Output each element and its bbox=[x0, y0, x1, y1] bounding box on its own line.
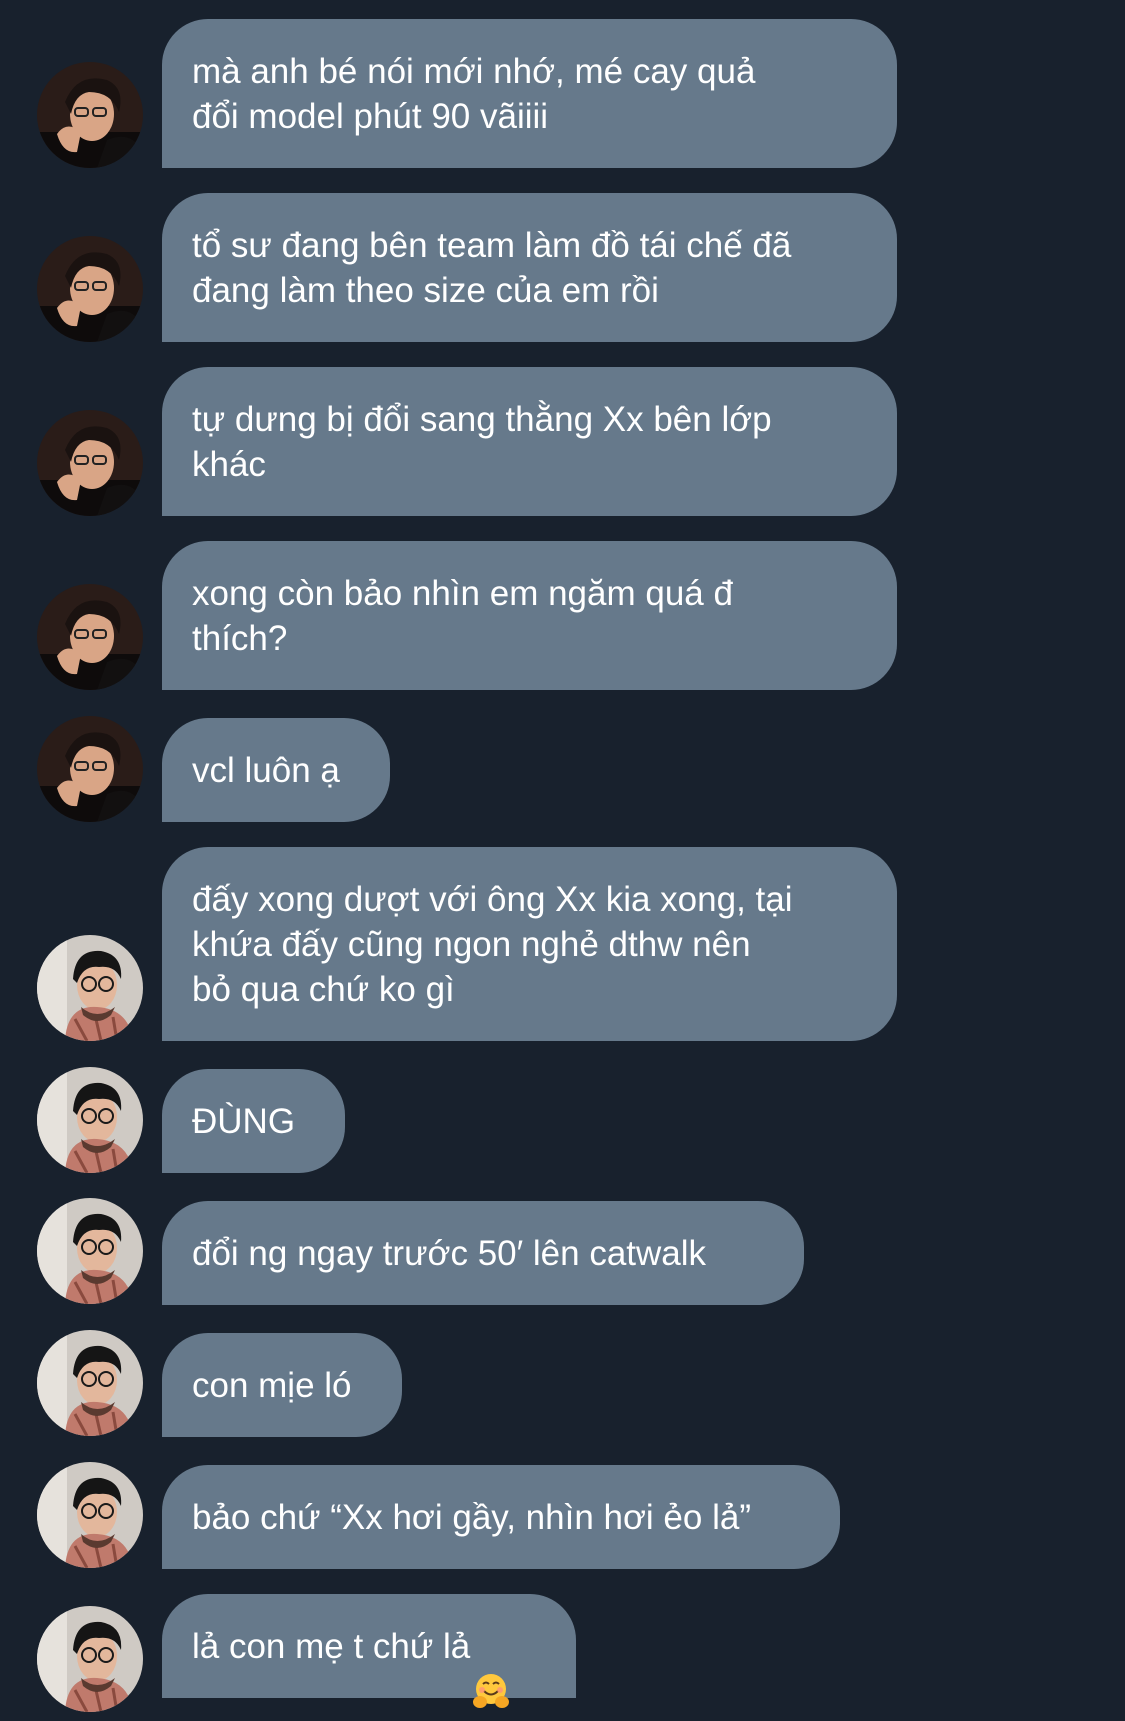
avatar[interactable] bbox=[37, 935, 143, 1041]
avatar[interactable] bbox=[37, 1606, 143, 1712]
avatar[interactable] bbox=[37, 584, 143, 690]
message-text: đấy xong dượt với ông Xx kia xong, tại k… bbox=[192, 879, 793, 1009]
message-bubble[interactable]: con mịe ló bbox=[162, 1333, 402, 1437]
message-text: lả con mẹ t chứ lả bbox=[192, 1626, 471, 1666]
message-text: vcl luôn ạ bbox=[192, 750, 340, 790]
message-text: đổi ng ngay trước 50′ lên catwalk bbox=[192, 1233, 707, 1273]
avatar[interactable] bbox=[37, 1330, 143, 1436]
message-text: con mịe ló bbox=[192, 1365, 352, 1405]
message-bubble[interactable]: vcl luôn ạ bbox=[162, 718, 390, 822]
avatar[interactable] bbox=[37, 62, 143, 168]
message-text: xong còn bảo nhìn em ngăm quá đ thích? bbox=[192, 573, 733, 658]
message-text: tự dưng bị đổi sang thằng Xx bên lớp khá… bbox=[192, 399, 772, 484]
message-bubble[interactable]: đấy xong dượt với ông Xx kia xong, tại k… bbox=[162, 847, 897, 1041]
message-bubble[interactable]: tổ sư đang bên team làm đồ tái chế đã đa… bbox=[162, 193, 897, 342]
avatar[interactable] bbox=[37, 236, 143, 342]
message-bubble[interactable]: đổi ng ngay trước 50′ lên catwalk bbox=[162, 1201, 804, 1305]
avatar[interactable] bbox=[37, 410, 143, 516]
avatar[interactable] bbox=[37, 1198, 143, 1304]
message-text: ĐÙNG bbox=[192, 1101, 296, 1141]
message-text: tổ sư đang bên team làm đồ tái chế đã đa… bbox=[192, 225, 792, 310]
avatar[interactable] bbox=[37, 716, 143, 822]
message-bubble[interactable]: mà anh bé nói mới nhớ, mé cay quả đổi mo… bbox=[162, 19, 897, 168]
avatar[interactable] bbox=[37, 1067, 143, 1173]
hugging-face-emoji bbox=[472, 1627, 510, 1708]
message-text: bảo chứ “Xx hơi gầy, nhìn hơi ẻo lả” bbox=[192, 1497, 751, 1537]
message-bubble[interactable]: lả con mẹ t chứ lả bbox=[162, 1594, 576, 1708]
avatar[interactable] bbox=[37, 1462, 143, 1568]
message-bubble[interactable]: xong còn bảo nhìn em ngăm quá đ thích? bbox=[162, 541, 897, 690]
message-bubble[interactable]: tự dưng bị đổi sang thằng Xx bên lớp khá… bbox=[162, 367, 897, 516]
message-text: mà anh bé nói mới nhớ, mé cay quả đổi mo… bbox=[192, 51, 756, 136]
message-bubble[interactable]: bảo chứ “Xx hơi gầy, nhìn hơi ẻo lả” bbox=[162, 1465, 840, 1569]
message-bubble[interactable]: ĐÙNG bbox=[162, 1069, 345, 1173]
